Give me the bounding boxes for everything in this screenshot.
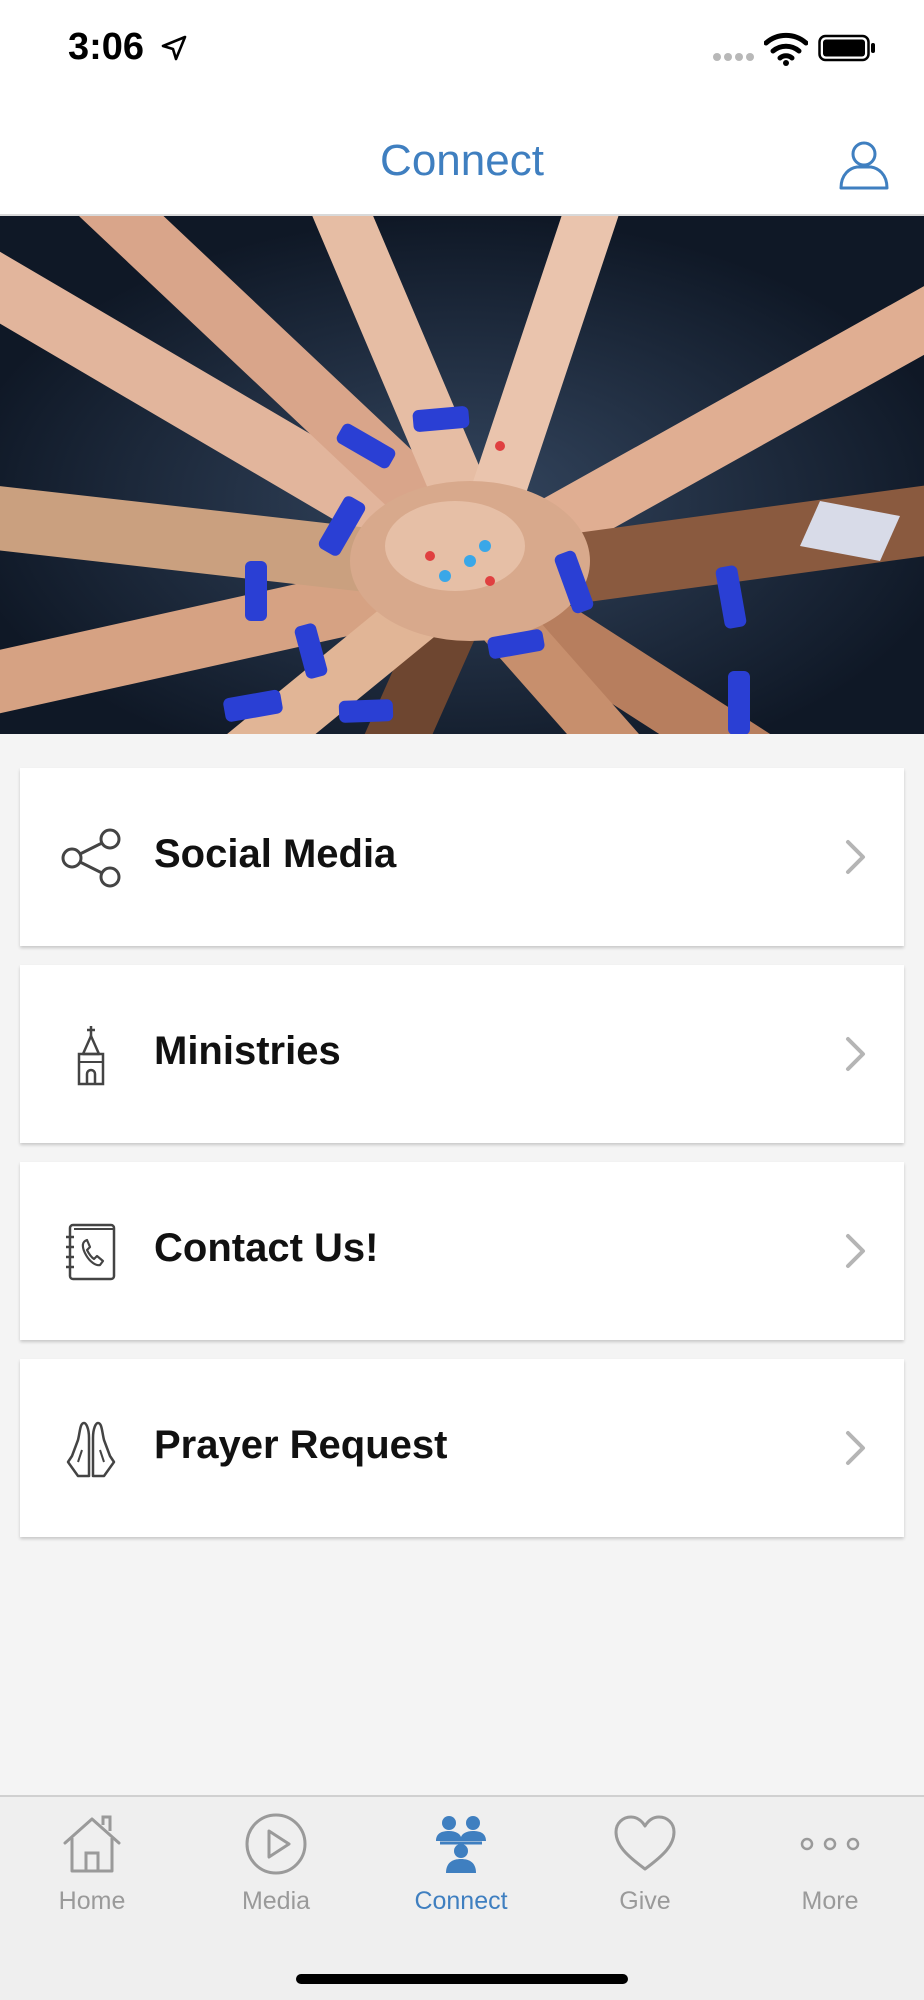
tab-label: Connect [414,1887,508,1915]
share-icon [60,827,122,889]
tab-label: More [801,1887,859,1915]
menu-item-label: Contact Us! [154,1226,379,1270]
home-icon [63,1815,121,1873]
tab-bar: Home Media Connect Give More [0,1795,924,2000]
tab-label: Give [619,1887,671,1915]
profile-icon[interactable] [838,138,890,190]
tab-give[interactable]: Give [553,1811,737,1931]
tab-more[interactable]: More [738,1811,922,1931]
play-icon [245,1813,307,1875]
wifi-icon [764,32,808,66]
menu-item-label: Social Media [154,832,397,876]
chevron-right-icon [846,1037,865,1071]
chevron-right-icon [846,1431,865,1465]
status-time: 3:06 [68,26,145,68]
menu-item-prayer-request[interactable]: Prayer Request [20,1359,904,1537]
people-icon [436,1816,486,1873]
chevron-right-icon [846,840,865,874]
tab-label: Media [241,1887,311,1915]
chevron-right-icon [846,1234,865,1268]
tab-connect[interactable]: Connect [369,1811,553,1931]
status-bar: 3:06 [0,0,924,100]
phone-book-icon [60,1221,122,1283]
tab-media[interactable]: Media [184,1811,368,1931]
home-indicator[interactable] [296,1974,628,1984]
menu-list: Social Media Ministries Contact Us! Pray… [20,768,904,1556]
tab-label: Home [58,1887,126,1915]
heart-icon [614,1815,676,1871]
hero-image [0,216,924,734]
menu-item-contact-us[interactable]: Contact Us! [20,1162,904,1340]
hands-photo [0,216,924,734]
praying-hands-icon [60,1418,122,1480]
battery-icon [818,34,875,62]
menu-item-label: Ministries [154,1029,341,1073]
more-dots-icon [800,1837,860,1851]
menu-item-social-media[interactable]: Social Media [20,768,904,946]
church-icon [60,1024,122,1086]
menu-item-ministries[interactable]: Ministries [20,965,904,1143]
menu-item-label: Prayer Request [154,1423,448,1467]
tab-home[interactable]: Home [0,1811,184,1931]
signal-dots-icon [713,53,754,61]
nav-header: Connect [0,100,924,216]
page-title: Connect [380,136,544,185]
location-arrow-icon [161,35,187,61]
